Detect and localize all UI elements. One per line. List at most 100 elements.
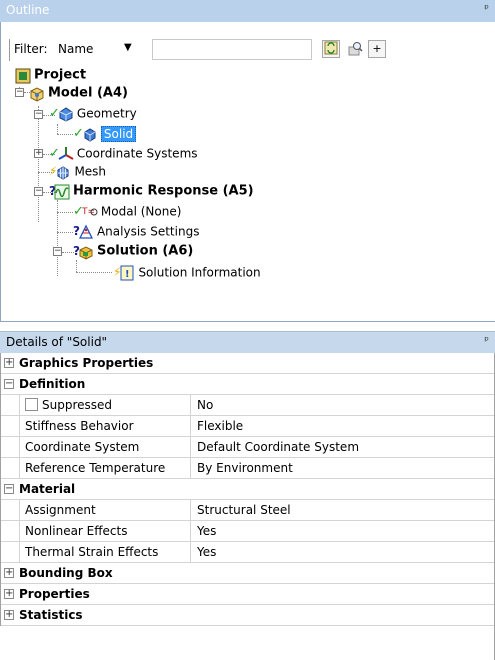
- dropdown-arrow-icon[interactable]: ▼: [124, 42, 132, 53]
- tree-label: Coordinate Systems: [76, 146, 198, 161]
- tree-label: Harmonic Response (A5): [72, 183, 254, 199]
- property-value[interactable]: No: [197, 398, 213, 412]
- category-bounding-box[interactable]: + Bounding Box: [1, 563, 495, 584]
- collapse-toggle-geometry[interactable]: −: [34, 110, 43, 119]
- tree-item-solution[interactable]: ? Solution (A6): [73, 242, 193, 260]
- refresh-icon: [324, 41, 338, 55]
- category-label: Graphics Properties: [19, 356, 154, 370]
- property-value[interactable]: Structural Steel: [197, 503, 291, 517]
- collapse-icon[interactable]: −: [4, 379, 14, 389]
- filter-type-dropdown[interactable]: Name ▼: [58, 42, 142, 56]
- expand-icon[interactable]: +: [4, 568, 14, 578]
- property-row-suppressed[interactable]: Suppressed No: [1, 395, 495, 416]
- filter-label: Filter:: [14, 42, 48, 56]
- expand-icon[interactable]: +: [4, 358, 14, 368]
- solid-body-icon: [84, 127, 96, 142]
- tree-item-solid[interactable]: ✓ Solid: [73, 124, 137, 142]
- tree-item-geometry[interactable]: ✓ Geometry: [49, 104, 137, 122]
- pin-icon[interactable]: ᵖ: [484, 2, 489, 15]
- tree-label: Solution Information: [138, 265, 261, 280]
- analysis-settings-icon: [78, 224, 94, 239]
- tree-item-analysis-settings[interactable]: ? Analysis Settings: [73, 222, 199, 240]
- collapse-icon[interactable]: −: [4, 484, 14, 494]
- tree-item-project[interactable]: Project: [15, 66, 86, 84]
- tree-label: Solution (A6): [96, 243, 194, 259]
- tree-label: Modal (None): [100, 204, 182, 219]
- tree-item-mesh[interactable]: ⚡ Mesh: [49, 162, 106, 180]
- category-material[interactable]: − Material: [1, 479, 495, 500]
- category-properties[interactable]: + Properties: [1, 584, 495, 605]
- property-name: Coordinate System: [19, 437, 191, 457]
- tree-label: Mesh: [74, 164, 107, 179]
- property-row-thermal-strain-effects[interactable]: Thermal Strain Effects Yes: [1, 542, 495, 563]
- geometry-icon: [59, 106, 73, 122]
- tree-connector: [76, 272, 112, 273]
- property-label: Suppressed: [42, 398, 113, 412]
- category-label: Bounding Box: [19, 566, 113, 580]
- mesh-icon: [57, 165, 69, 180]
- details-grid: + Graphics Properties − Definition Suppr…: [0, 353, 495, 626]
- tree-label: Model (A4): [48, 85, 128, 101]
- category-definition[interactable]: − Definition: [1, 374, 495, 395]
- suppressed-checkbox[interactable]: [25, 398, 38, 411]
- expand-all-button[interactable]: +: [368, 40, 386, 58]
- refresh-button[interactable]: [322, 40, 340, 58]
- outline-title: Outline: [6, 3, 50, 17]
- tree-item-coordinate-systems[interactable]: ✓ Coordinate Systems: [49, 144, 198, 162]
- category-label: Statistics: [19, 608, 83, 622]
- collapse-toggle-solution[interactable]: −: [53, 247, 62, 256]
- plus-box-icon: +: [372, 42, 382, 55]
- property-value[interactable]: By Environment: [197, 461, 293, 475]
- collapse-toggle-model[interactable]: −: [15, 88, 24, 97]
- tree-item-model[interactable]: Model (A4): [29, 84, 128, 102]
- solution-icon: [79, 245, 93, 260]
- details-panel-header: Details of "Solid" ᵖ: [0, 331, 495, 353]
- property-value[interactable]: Flexible: [197, 419, 243, 433]
- tree-label: Geometry: [76, 106, 137, 121]
- tree-connector: [57, 232, 73, 233]
- tree-connector: [57, 124, 58, 134]
- property-row-reference-temperature[interactable]: Reference Temperature By Environment: [1, 458, 495, 479]
- filter-search-input[interactable]: [152, 39, 312, 60]
- coordinate-systems-icon: [58, 146, 74, 160]
- property-row-coordinate-system[interactable]: Coordinate System Default Coordinate Sys…: [1, 437, 495, 458]
- magnifier-icon: [348, 42, 363, 56]
- property-value[interactable]: Default Coordinate System: [197, 440, 359, 454]
- property-value[interactable]: Yes: [197, 545, 216, 559]
- property-row-stiffness-behavior[interactable]: Stiffness Behavior Flexible: [1, 416, 495, 437]
- tree-item-modal[interactable]: ✓ T= Modal (None): [73, 202, 181, 220]
- tree-connector: [38, 106, 39, 222]
- property-value[interactable]: Yes: [197, 524, 216, 538]
- property-row-assignment[interactable]: Assignment Structural Steel: [1, 500, 495, 521]
- property-name: Suppressed: [19, 395, 191, 415]
- svg-text:!: !: [125, 269, 130, 280]
- solution-information-icon: !: [120, 265, 134, 280]
- tree-label-selected: Solid: [100, 125, 137, 142]
- property-name: Stiffness Behavior: [19, 416, 191, 436]
- category-graphics-properties[interactable]: + Graphics Properties: [1, 353, 495, 374]
- expand-icon[interactable]: +: [4, 589, 14, 599]
- expand-icon[interactable]: +: [4, 610, 14, 620]
- tree-label: Project: [34, 67, 87, 83]
- tree-connector: [57, 212, 73, 213]
- property-name: Assignment: [19, 500, 191, 520]
- tree-item-solution-information[interactable]: ⚡! Solution Information: [113, 263, 261, 281]
- category-label: Properties: [19, 587, 90, 601]
- filter-type-value: Name: [58, 42, 94, 56]
- property-row-nonlinear-effects[interactable]: Nonlinear Effects Yes: [1, 521, 495, 542]
- category-statistics[interactable]: + Statistics: [1, 605, 495, 626]
- tree-label: Analysis Settings: [96, 224, 200, 239]
- harmonic-response-icon: [54, 184, 70, 199]
- modal-icon: T=: [82, 207, 98, 217]
- outline-panel-header: Outline ᵖ: [0, 0, 495, 22]
- pin-icon[interactable]: ᵖ: [484, 334, 489, 347]
- category-label: Definition: [19, 377, 86, 391]
- search-button[interactable]: [346, 40, 364, 58]
- model-icon: [30, 86, 44, 102]
- property-name: Thermal Strain Effects: [19, 542, 191, 562]
- tree-connector: [76, 260, 77, 272]
- property-name: Nonlinear Effects: [19, 521, 191, 541]
- tree-item-harmonic-response[interactable]: ? Harmonic Response (A5): [49, 182, 254, 200]
- expand-toggle-coordinate-systems[interactable]: +: [34, 149, 43, 158]
- collapse-toggle-harmonic[interactable]: −: [34, 187, 43, 196]
